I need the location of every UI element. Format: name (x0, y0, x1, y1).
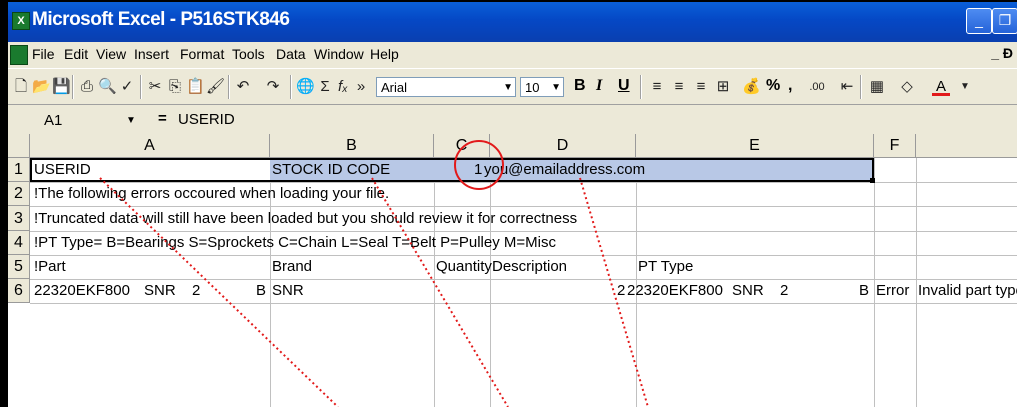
name-box[interactable]: A1 ▼ (30, 111, 150, 131)
font-name-value: Arial (381, 80, 408, 95)
chevron-down-icon[interactable]: ▼ (126, 111, 136, 131)
chevron-down-icon[interactable]: ▼ (551, 78, 561, 98)
menu-insert[interactable]: Insert (134, 46, 169, 62)
cut-icon[interactable]: ✂ (146, 78, 164, 96)
currency-icon[interactable]: 💰 (742, 78, 761, 96)
menu-data[interactable]: Data (276, 46, 306, 62)
restore-icon[interactable]: ❐ (992, 8, 1017, 34)
toolbar: 🗋 📂 💾 ⎙ 🔍 ✓ ✂ ⎘ 📋 🖌 ↶ ↷ 🌐 Σ fₓ » Arial ▼… (8, 68, 1017, 105)
window-title: Microsoft Excel - P516STK846 (32, 9, 290, 30)
format-painter-icon[interactable]: 🖌 (206, 78, 225, 96)
toolbar-separator (140, 75, 142, 99)
menu-edit[interactable]: Edit (64, 46, 88, 62)
print-preview-icon[interactable]: 🔍 (98, 78, 117, 96)
font-size-select[interactable]: 10 ▼ (520, 77, 564, 97)
merge-center-icon[interactable]: ⊞ (714, 78, 732, 96)
new-icon[interactable]: 🗋 (12, 78, 30, 96)
comma-button[interactable]: , (788, 77, 792, 95)
menu-window[interactable]: Window (314, 46, 364, 62)
font-size-value: 10 (525, 80, 540, 95)
annotation-arrows (99, 177, 649, 407)
copy-icon[interactable]: ⎘ (166, 78, 184, 96)
borders-icon[interactable]: ▦ (868, 78, 886, 96)
fill-color-icon[interactable]: ◇ (898, 78, 916, 96)
align-right-icon[interactable]: ≡ (692, 78, 710, 96)
excel-icon[interactable]: X (12, 12, 30, 30)
chevron-down-icon[interactable]: ▼ (956, 78, 974, 96)
font-color-icon[interactable]: A (932, 78, 950, 96)
annotation-arrow-stock-id (371, 177, 509, 407)
italic-button[interactable]: I (596, 77, 602, 95)
workbook-icon[interactable] (10, 45, 28, 65)
percent-button[interactable]: % (766, 77, 780, 95)
toolbar-separator (860, 75, 862, 99)
spelling-icon[interactable]: ✓ (118, 78, 136, 96)
autosum-icon[interactable]: Σ (316, 78, 334, 96)
font-name-select[interactable]: Arial ▼ (376, 77, 516, 97)
open-icon[interactable]: 📂 (32, 78, 51, 96)
annotation-arrow-email (579, 177, 649, 407)
doc-window-controls[interactable]: _ Ɖ (991, 45, 1013, 61)
align-center-icon[interactable]: ≡ (670, 78, 688, 96)
align-left-icon[interactable]: ≡ (648, 78, 666, 96)
annotation-arrow-userid (99, 177, 339, 407)
title-bar: X Microsoft Excel - P516STK846 _ ❐ (8, 2, 1017, 42)
menu-view[interactable]: View (96, 46, 126, 62)
formula-equals-icon: = (158, 110, 167, 127)
function-icon[interactable]: fₓ (334, 78, 352, 96)
spreadsheet-grid[interactable]: A B C D E F 1 2 3 4 5 6 USERID STOCK ID … (8, 134, 1017, 407)
toolbar-separator (640, 75, 642, 99)
underline-button[interactable]: U (618, 77, 630, 95)
increase-decimal-icon[interactable]: .00 (808, 78, 826, 96)
toolbar-separator (290, 75, 292, 99)
redo-icon[interactable]: ↷ (264, 78, 282, 96)
formula-input[interactable]: USERID (178, 111, 235, 128)
menu-bar: File Edit View Insert Format Tools Data … (8, 42, 1017, 68)
print-icon[interactable]: ⎙ (78, 78, 96, 96)
save-icon[interactable]: 💾 (52, 78, 71, 96)
indent-icon[interactable]: ⇤ (838, 78, 856, 96)
bold-button[interactable]: B (574, 77, 586, 95)
undo-icon[interactable]: ↶ (234, 78, 252, 96)
menu-help[interactable]: Help (370, 46, 399, 62)
formula-bar: A1 ▼ = USERID (8, 104, 1017, 135)
menu-format[interactable]: Format (180, 46, 224, 62)
hyperlink-icon[interactable]: 🌐 (296, 78, 315, 96)
menu-file[interactable]: File (32, 46, 55, 62)
toolbar-options-icon[interactable]: » (352, 78, 370, 96)
excel-window: X Microsoft Excel - P516STK846 _ ❐ File … (8, 2, 1017, 407)
toolbar-separator (72, 75, 74, 99)
menu-tools[interactable]: Tools (232, 46, 265, 62)
name-box-value: A1 (44, 112, 63, 129)
chevron-down-icon[interactable]: ▼ (503, 78, 513, 98)
paste-icon[interactable]: 📋 (186, 78, 205, 96)
minimize-icon[interactable]: _ (966, 8, 992, 34)
toolbar-separator (228, 75, 230, 99)
